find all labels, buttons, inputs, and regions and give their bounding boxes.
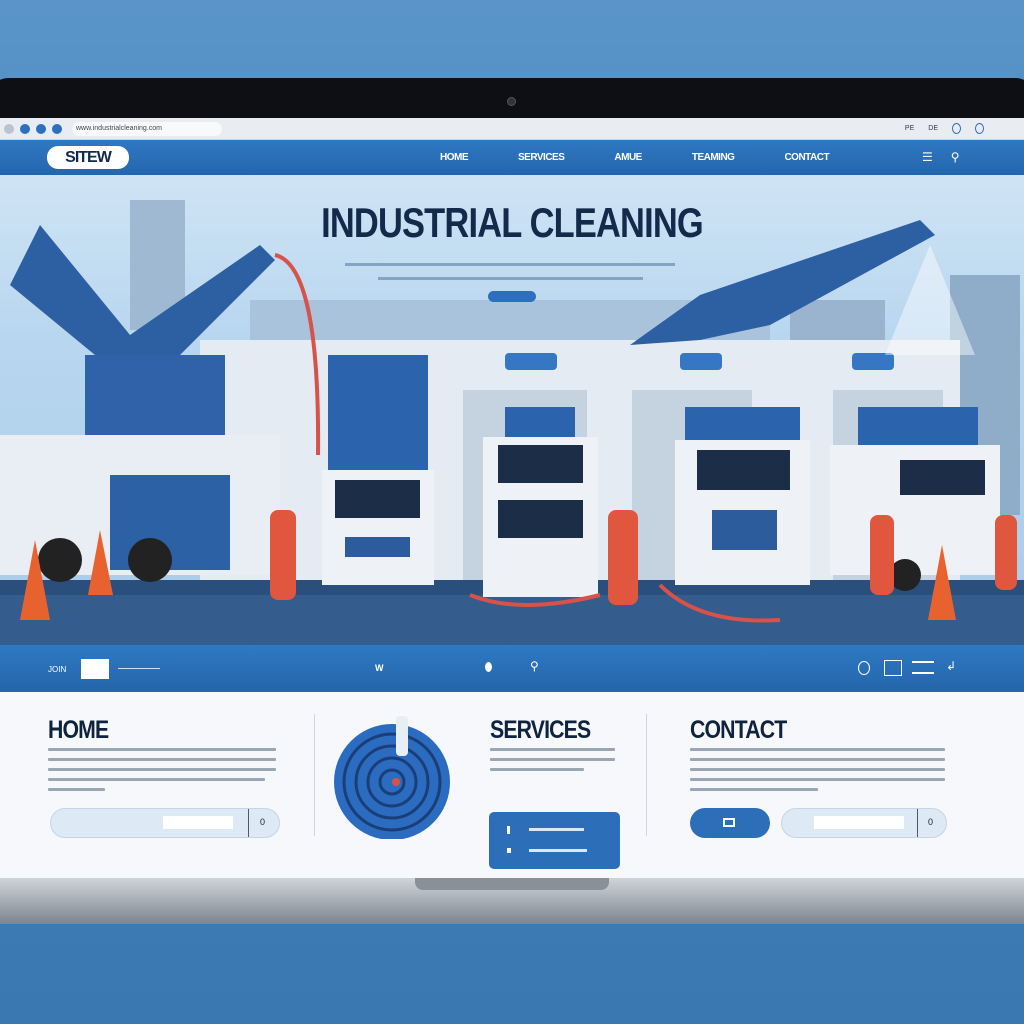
laptop-screen: www.industrialcleaning.com PE DE SITEW H… (0, 118, 1024, 878)
service-item[interactable] (529, 849, 587, 852)
browser-item[interactable]: PE (905, 125, 914, 132)
bar-input[interactable] (81, 659, 109, 679)
profile-icon[interactable] (975, 123, 984, 134)
crane-cab (85, 355, 225, 445)
browser-toolbar: www.industrialcleaning.com PE DE (0, 118, 1024, 140)
worker (995, 515, 1017, 590)
nav-services[interactable]: SERVICES (518, 152, 565, 163)
contact-text (690, 748, 945, 798)
truck-tank (328, 355, 428, 475)
site-logo[interactable]: SITEW (47, 146, 129, 169)
contact-heading: CONTACT (690, 716, 787, 744)
home-input-button[interactable]: 0 (260, 817, 265, 827)
menu-icon[interactable] (912, 661, 934, 674)
contact-button[interactable] (690, 808, 770, 838)
services-text (490, 748, 615, 778)
hero-cta-button[interactable] (488, 291, 536, 302)
search-icon[interactable]: ⚲ (951, 150, 960, 164)
browser-item[interactable]: DE (928, 125, 938, 132)
hose-reel-icon (334, 716, 450, 839)
services-card[interactable] (489, 812, 620, 869)
hero-subtitle-line (378, 277, 643, 280)
laptop-notch (415, 878, 609, 890)
contact-input-button[interactable]: 0 (928, 817, 933, 827)
door-sign (680, 353, 722, 370)
window-control[interactable] (36, 123, 46, 134)
phone-icon[interactable]: ↲ (946, 659, 956, 673)
hero-subtitle-line (345, 263, 675, 266)
address-bar[interactable]: www.industrialcleaning.com (72, 121, 222, 136)
content-section: HOME 0 SERVICES CONTACT 0 (0, 692, 1024, 878)
contact-input[interactable]: 0 (781, 808, 947, 838)
bar-center-label: W (375, 663, 384, 673)
bar-label: JOIN (48, 665, 67, 674)
home-heading: HOME (48, 716, 109, 744)
extension-icon[interactable] (952, 123, 961, 134)
window-control[interactable] (4, 123, 14, 134)
webcam (507, 97, 516, 106)
info-bar: JOIN W ⚲ ↲ (0, 645, 1024, 692)
nav-about[interactable]: AMUE (614, 152, 642, 163)
dot-icon (485, 662, 492, 672)
info-icon[interactable] (858, 661, 870, 675)
window-control[interactable] (20, 123, 30, 134)
service-item[interactable] (529, 828, 584, 831)
door-sign (852, 353, 894, 370)
doc-icon[interactable] (884, 660, 902, 676)
hero-title: INDUSTRIAL CLEANING (321, 199, 704, 246)
home-input[interactable]: 0 (50, 808, 280, 838)
door-sign (505, 353, 557, 370)
menu-icon[interactable]: ☰ (922, 150, 933, 164)
nav-home[interactable]: HOME (440, 152, 469, 163)
nav-contact[interactable]: CONTACT (784, 152, 829, 163)
worker (870, 515, 894, 595)
mail-icon (723, 818, 735, 827)
home-text (48, 748, 276, 798)
window-control[interactable] (52, 123, 62, 134)
hero-banner: INDUSTRIAL CLEANING (0, 175, 1024, 645)
services-heading: SERVICES (490, 716, 591, 744)
site-navbar: SITEW HOME SERVICES AMUE TEAMING CONTACT… (0, 140, 1024, 175)
pin-icon[interactable]: ⚲ (530, 659, 539, 673)
worker (608, 510, 638, 605)
worker (270, 510, 296, 600)
nav-training[interactable]: TEAMING (692, 152, 735, 163)
